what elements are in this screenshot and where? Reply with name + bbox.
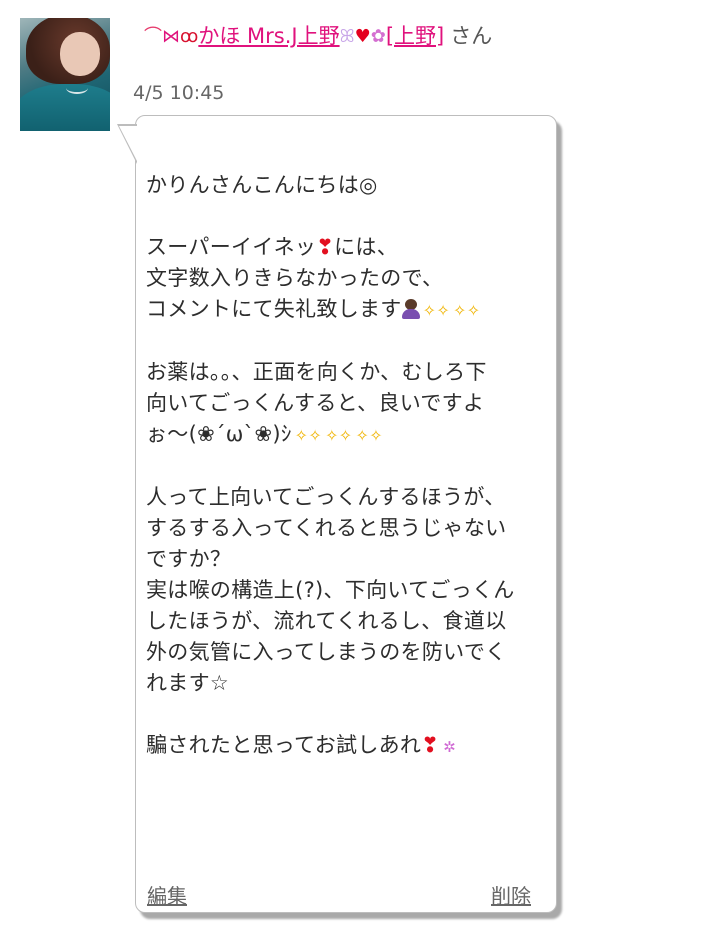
heart-exclamation-icon: ❣ (316, 235, 335, 259)
message-text: ですか？ (146, 547, 232, 571)
delete-link[interactable]: 削除 (491, 880, 531, 909)
message-line (146, 201, 546, 232)
author-name-text: かほ Mrs.J上野 (198, 24, 340, 48)
edit-link[interactable]: 編集 (147, 880, 187, 909)
message-text: スーパーイイネッ (146, 235, 317, 259)
author-header: ⌒⋈ꝏかほ Mrs.J上野ꕤ♥✿[上野] さん (144, 22, 524, 51)
post-timestamp: 4/5 10:45 (133, 82, 225, 104)
message-text: コメントにて失礼致します (146, 297, 402, 321)
cherry-icon: ꝏ (180, 26, 199, 47)
message-line: するする入ってくれると思うじゃない (146, 513, 546, 544)
message-line: 外の気管に入ってしまうのを防いでく (146, 637, 546, 668)
author-name-link[interactable]: ⌒⋈ꝏかほ Mrs.J上野ꕤ♥✿[上野] (144, 24, 444, 48)
bubble-tail-inner (119, 126, 137, 161)
message-line: ぉ～(❀´ω`❀)ｼ ✧✧ ✧✧ ✧✧ (146, 419, 546, 451)
sparkles-icon: ✧✧ (325, 426, 353, 445)
avatar-clothing (20, 84, 110, 131)
message-text: 人って上向いてごっくんするほうが、 (146, 485, 506, 509)
message-line: スーパーイイネッ❣には、 (146, 232, 546, 263)
avatar-face (60, 32, 100, 76)
message-text: 向いてごっくんすると、良いですよ (146, 391, 485, 415)
message-text: れます☆ (146, 671, 230, 695)
heart-icon: ♥ (354, 26, 371, 47)
message-text: には、 (334, 235, 399, 259)
message-body: かりんさんこんにちは◎ スーパーイイネッ❣には、 文字数入りきらなかったので、 … (146, 170, 546, 763)
heart-exclamation-icon: ❣ (421, 733, 440, 757)
bunny-icon: ꕤ (339, 26, 355, 47)
message-line: かりんさんこんにちは◎ (146, 170, 546, 201)
avatar-necklace (66, 82, 88, 94)
message-line (146, 326, 546, 357)
message-text: お薬は。。、正面を向くか、むしろ下 (146, 360, 487, 384)
sparkles-icon: ✧✧ (422, 301, 451, 320)
message-line: 向いてごっくんすると、良いですよ (146, 388, 546, 419)
flower-icon: ✿ (370, 26, 386, 47)
message-line: コメントにて失礼致します ✧✧ ✧✧ (146, 294, 546, 326)
message-line: 人って上向いてごっくんするほうが、 (146, 482, 546, 513)
message-text: するする入ってくれると思うじゃない (146, 516, 507, 540)
message-line: したほうが、流れてくれるし、食道以 (146, 606, 546, 637)
message-text: 外の気管に入ってしまうのを防いでく (146, 640, 507, 664)
sparkles-icon: ✧✧ (294, 426, 323, 445)
message-line (146, 699, 546, 730)
author-name-suffix: [上野] (385, 24, 445, 48)
message-line: 文字数入りきらなかったので、 (146, 263, 546, 294)
message-line: 実は喉の構造上(?)、下向いてごっくん (146, 575, 546, 606)
message-line: お薬は。。、正面を向くか、むしろ下 (146, 357, 546, 388)
author-honorific: さん (450, 24, 493, 48)
message-text: ぉ～(❀´ω`❀)ｼ (146, 422, 292, 446)
message-text: かりんさんこんにちは◎ (146, 173, 378, 197)
message-text: 実は喉の構造上(?)、下向いてごっくん (146, 578, 515, 602)
author-avatar[interactable] (20, 18, 110, 131)
sparkles-icon: ✧✧ (453, 301, 481, 320)
sparkles-icon: ✧✧ (355, 426, 383, 445)
message-text: 文字数入りきらなかったので、 (146, 266, 444, 290)
rainbow-icon: ⌒ (144, 26, 162, 47)
message-text: したほうが、流れてくれるし、食道以 (146, 609, 507, 633)
ribbon-icon: ⋈ (162, 26, 180, 47)
bowing-person-icon (401, 299, 420, 319)
message-line: 騙されたと思ってお試しあれ❣ ✲ (146, 730, 546, 763)
message-line (146, 451, 546, 482)
message-line: ですか？ (146, 544, 546, 575)
purple-sparkle-icon: ✲ (443, 738, 456, 756)
message-text: 騙されたと思ってお試しあれ (146, 733, 422, 757)
message-line: れます☆ (146, 668, 546, 699)
